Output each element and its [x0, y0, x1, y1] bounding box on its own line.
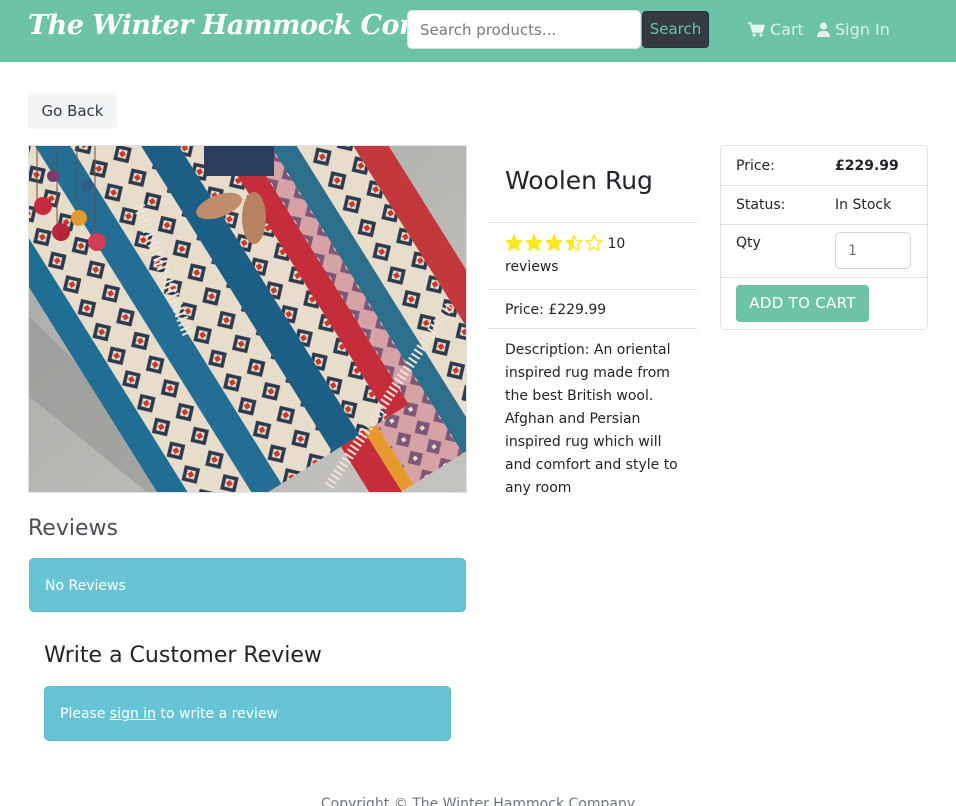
- star-rating: [505, 234, 603, 251]
- cart-price-row: Price: £229.99: [721, 146, 927, 186]
- star-full-icon: [505, 234, 523, 251]
- product-image: [28, 145, 467, 493]
- nav-cart-link[interactable]: Cart: [748, 18, 804, 40]
- cart-qty-label: Qty: [736, 235, 761, 251]
- add-to-cart-card: Price: £229.99 Status: In Stock Qty ADD …: [720, 145, 928, 330]
- nav-signin-label: Sign In: [835, 19, 890, 39]
- star-empty-icon: [585, 234, 603, 251]
- write-review-heading: Write a Customer Review: [44, 643, 322, 668]
- go-back-button[interactable]: Go Back: [28, 93, 117, 129]
- signin-link[interactable]: sign in: [110, 706, 156, 722]
- add-to-cart-button[interactable]: ADD TO CART: [736, 285, 869, 322]
- star-half-icon: [565, 234, 583, 251]
- shopping-cart-icon: [748, 21, 765, 37]
- signin-suffix: to write a review: [156, 706, 278, 722]
- review-count: 10: [607, 236, 626, 252]
- search-input[interactable]: [407, 10, 641, 49]
- no-reviews-alert: No Reviews: [29, 558, 466, 612]
- signin-alert: Please sign in to write a review: [44, 686, 451, 741]
- cart-status-label: Status:: [736, 197, 786, 213]
- nav-signin-link[interactable]: Sign In: [817, 18, 890, 40]
- product-price: Price: £229.99: [489, 290, 697, 329]
- cart-status-value: In Stock: [835, 197, 892, 213]
- navbar: The Winter Hammock Company Search Cart S…: [0, 0, 956, 62]
- product-title: Woolen Rug: [489, 146, 697, 223]
- search-button[interactable]: Search: [642, 11, 709, 48]
- nav-cart-label: Cart: [770, 19, 804, 39]
- star-full-icon: [525, 234, 543, 251]
- reviews-heading: Reviews: [28, 516, 118, 541]
- cart-qty-row: Qty: [721, 225, 927, 278]
- user-icon: [817, 21, 830, 37]
- product-description: Description: An oriental inspired rug ma…: [505, 342, 678, 496]
- reviews-word: reviews: [505, 259, 559, 275]
- star-full-icon: [545, 234, 563, 251]
- cart-price-value: £229.99: [835, 158, 899, 174]
- signin-prefix: Please: [60, 706, 110, 722]
- product-info: Woolen Rug 10 reviews Price: £229.99 Des…: [489, 146, 697, 510]
- cart-status-row: Status: In Stock: [721, 186, 927, 225]
- cart-price-label: Price:: [736, 158, 775, 174]
- rating: 10 reviews: [489, 223, 697, 290]
- quantity-input[interactable]: [835, 232, 911, 269]
- footer-copyright: Copyright © The Winter Hammock Company: [320, 796, 636, 806]
